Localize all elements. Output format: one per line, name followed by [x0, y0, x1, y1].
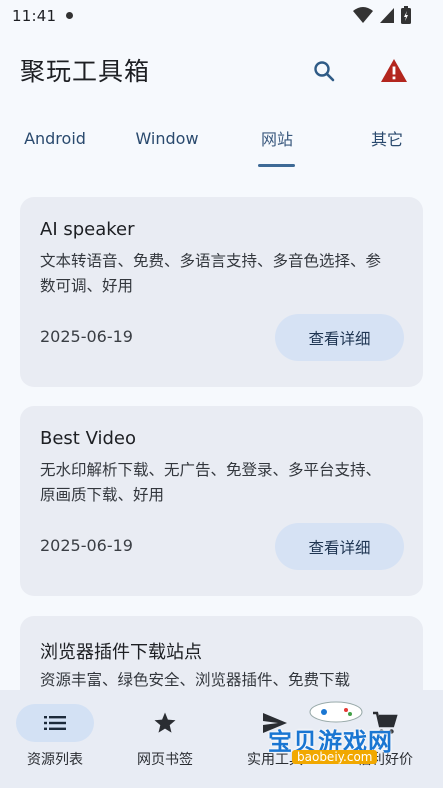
bottom-navigation: 资源列表 网页书签 实用工具 福利好价	[0, 690, 443, 788]
warning-button[interactable]	[376, 52, 412, 88]
notification-dot-icon	[66, 11, 74, 19]
search-icon	[314, 61, 335, 82]
tab-android[interactable]: Android	[20, 116, 90, 160]
nav-label: 资源列表	[27, 752, 83, 768]
app-title: 聚玩工具箱	[20, 57, 151, 86]
tab-window[interactable]: Window	[128, 116, 206, 160]
status-time: 11:41	[12, 7, 57, 25]
category-tabs: Android Window 网站 其它	[0, 116, 443, 170]
tab-website[interactable]: 网站	[252, 116, 302, 160]
cart-icon	[373, 711, 398, 734]
nav-tools[interactable]: 实用工具	[220, 690, 330, 788]
card-title: AI speaker	[40, 219, 135, 240]
app-bar: 聚玩工具箱	[0, 40, 443, 100]
nav-label: 福利好价	[357, 752, 413, 768]
list-icon	[44, 716, 66, 730]
status-icons	[353, 6, 411, 24]
star-icon	[154, 712, 176, 733]
resource-card: AI speaker 文本转语音、免费、多语言支持、多音色选择、参数可调、好用 …	[20, 197, 423, 387]
view-details-button[interactable]: 查看详细	[275, 523, 404, 570]
signal-icon	[380, 8, 394, 23]
nav-label: 网页书签	[137, 752, 193, 768]
battery-icon	[401, 6, 411, 24]
card-title: 浏览器插件下载站点	[40, 642, 202, 663]
card-date: 2025-06-19	[40, 536, 133, 555]
card-description: 文本转语音、免费、多语言支持、多音色选择、参数可调、好用	[40, 252, 382, 295]
nav-deals[interactable]: 福利好价	[330, 690, 440, 788]
wifi-icon	[353, 7, 373, 23]
card-description: 无水印解析下载、无广告、免登录、多平台支持、原画质下载、好用	[40, 461, 382, 504]
search-button[interactable]	[307, 54, 341, 88]
nav-bookmarks[interactable]: 网页书签	[110, 690, 220, 788]
card-title: Best Video	[40, 428, 137, 449]
view-details-button[interactable]: 查看详细	[275, 314, 404, 361]
send-icon	[263, 713, 287, 733]
nav-resource-list[interactable]: 资源列表	[0, 690, 110, 788]
card-date: 2025-06-19	[40, 327, 133, 346]
nav-active-pill	[16, 704, 94, 742]
tab-other[interactable]: 其它	[362, 116, 412, 160]
warning-icon	[381, 58, 407, 82]
status-bar: 11:41	[0, 0, 443, 32]
resource-card: Best Video 无水印解析下载、无广告、免登录、多平台支持、原画质下载、好…	[20, 406, 423, 596]
nav-label: 实用工具	[247, 752, 303, 768]
tab-indicator	[258, 164, 295, 167]
